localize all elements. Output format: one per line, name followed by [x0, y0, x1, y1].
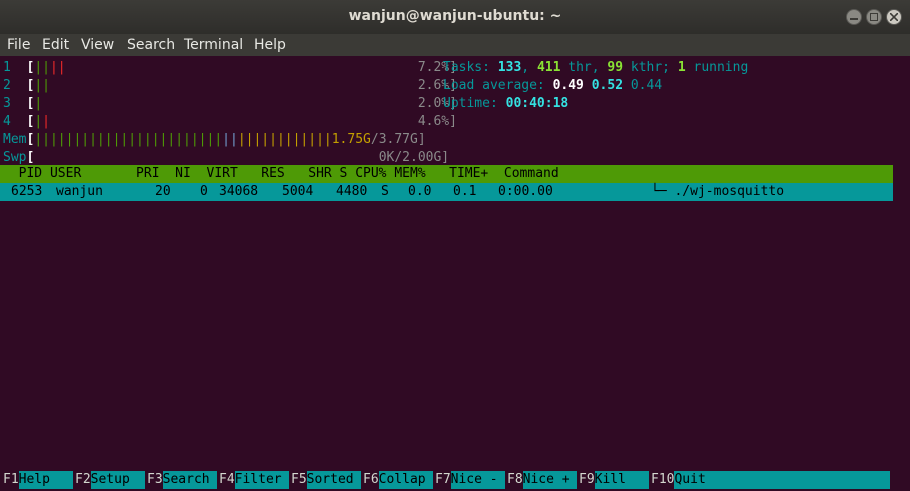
menu-view[interactable]: View	[81, 37, 114, 53]
f4-filter-key[interactable]: F4Filter	[219, 471, 289, 489]
menu-terminal[interactable]: Terminal	[184, 37, 243, 53]
cpu-meter-1: 1 [|||| 7.2%]	[3, 60, 457, 75]
f8-nice-plus-key[interactable]: F8Nice +	[507, 471, 577, 489]
window-titlebar: wanjun@wanjun-ubuntu: ~	[0, 0, 910, 34]
process-row-selected[interactable]: 6253 wanjun 20 0 34068 5004 4480 S 0.0 0…	[0, 183, 893, 201]
command-cell: └─ ./wj-mosquitto	[651, 184, 785, 199]
menu-bar: File Edit View Search Terminal Help	[0, 34, 910, 56]
menu-file[interactable]: File	[7, 37, 30, 53]
pid-cell: 6253	[11, 184, 43, 199]
menu-edit[interactable]: Edit	[42, 37, 69, 53]
cpu-cell: 0.0	[408, 184, 432, 199]
f6-collap-key[interactable]: F6Collap	[363, 471, 433, 489]
cpu-meter-4: 4 [|| 4.6%]	[3, 114, 457, 129]
shr-cell: 4480	[336, 184, 368, 199]
menu-help[interactable]: Help	[254, 37, 286, 53]
res-cell: 5004	[282, 184, 314, 199]
virt-cell: 34068	[219, 184, 259, 199]
f5-sorted-key[interactable]: F5Sorted	[291, 471, 361, 489]
pri-cell: 20	[155, 184, 171, 199]
function-key-bar: F1Help F2Setup F3Search F4Filter F5Sorte…	[0, 471, 893, 489]
f10-quit-key[interactable]: F10Quit	[651, 471, 891, 489]
ni-cell: 0	[200, 184, 208, 199]
user-cell: wanjun	[56, 184, 103, 199]
mem-cell: 0.1	[453, 184, 477, 199]
mem-meter: Mem[||||||||||||||||||||||||||||||||||||…	[3, 132, 426, 147]
f9-kill-key[interactable]: F9Kill	[579, 471, 649, 489]
window-title: wanjun@wanjun-ubuntu: ~	[348, 8, 562, 24]
load-average-line: Load average: 0.49 0.52 0.44	[443, 78, 663, 93]
header-columns[interactable]: PID USER PRI NI VIRT RES SHR S CPU% MEM%…	[3, 165, 559, 183]
minimize-button[interactable]	[846, 9, 862, 25]
state-cell: S	[381, 184, 389, 199]
f7-nice-minus-key[interactable]: F7Nice -	[435, 471, 505, 489]
close-button[interactable]	[886, 9, 902, 25]
uptime-line: Uptime: 00:40:18	[443, 96, 569, 111]
f3-search-key[interactable]: F3Search	[147, 471, 217, 489]
minimize-icon	[850, 18, 858, 20]
close-icon	[890, 13, 898, 21]
maximize-icon	[870, 13, 878, 21]
menu-search[interactable]: Search	[127, 37, 175, 53]
tasks-line: Tasks: 133, 411 thr, 99 kthr; 1 running	[443, 60, 749, 75]
process-table-header[interactable]: PID USER PRI NI VIRT RES SHR S CPU% MEM%…	[0, 165, 893, 183]
cpu-meter-2: 2 [|| 2.6%]	[3, 78, 457, 93]
terminal-area[interactable]: 1 [|||| 7.2%] 2 [|| 2.6%] 3 [| 2.0%] 4 […	[0, 56, 910, 491]
cpu-meter-3: 3 [| 2.0%]	[3, 96, 457, 111]
time-cell: 0:00.00	[498, 184, 553, 199]
f1-help-key[interactable]: F1Help	[3, 471, 73, 489]
maximize-button[interactable]	[866, 9, 882, 25]
f2-setup-key[interactable]: F2Setup	[75, 471, 145, 489]
